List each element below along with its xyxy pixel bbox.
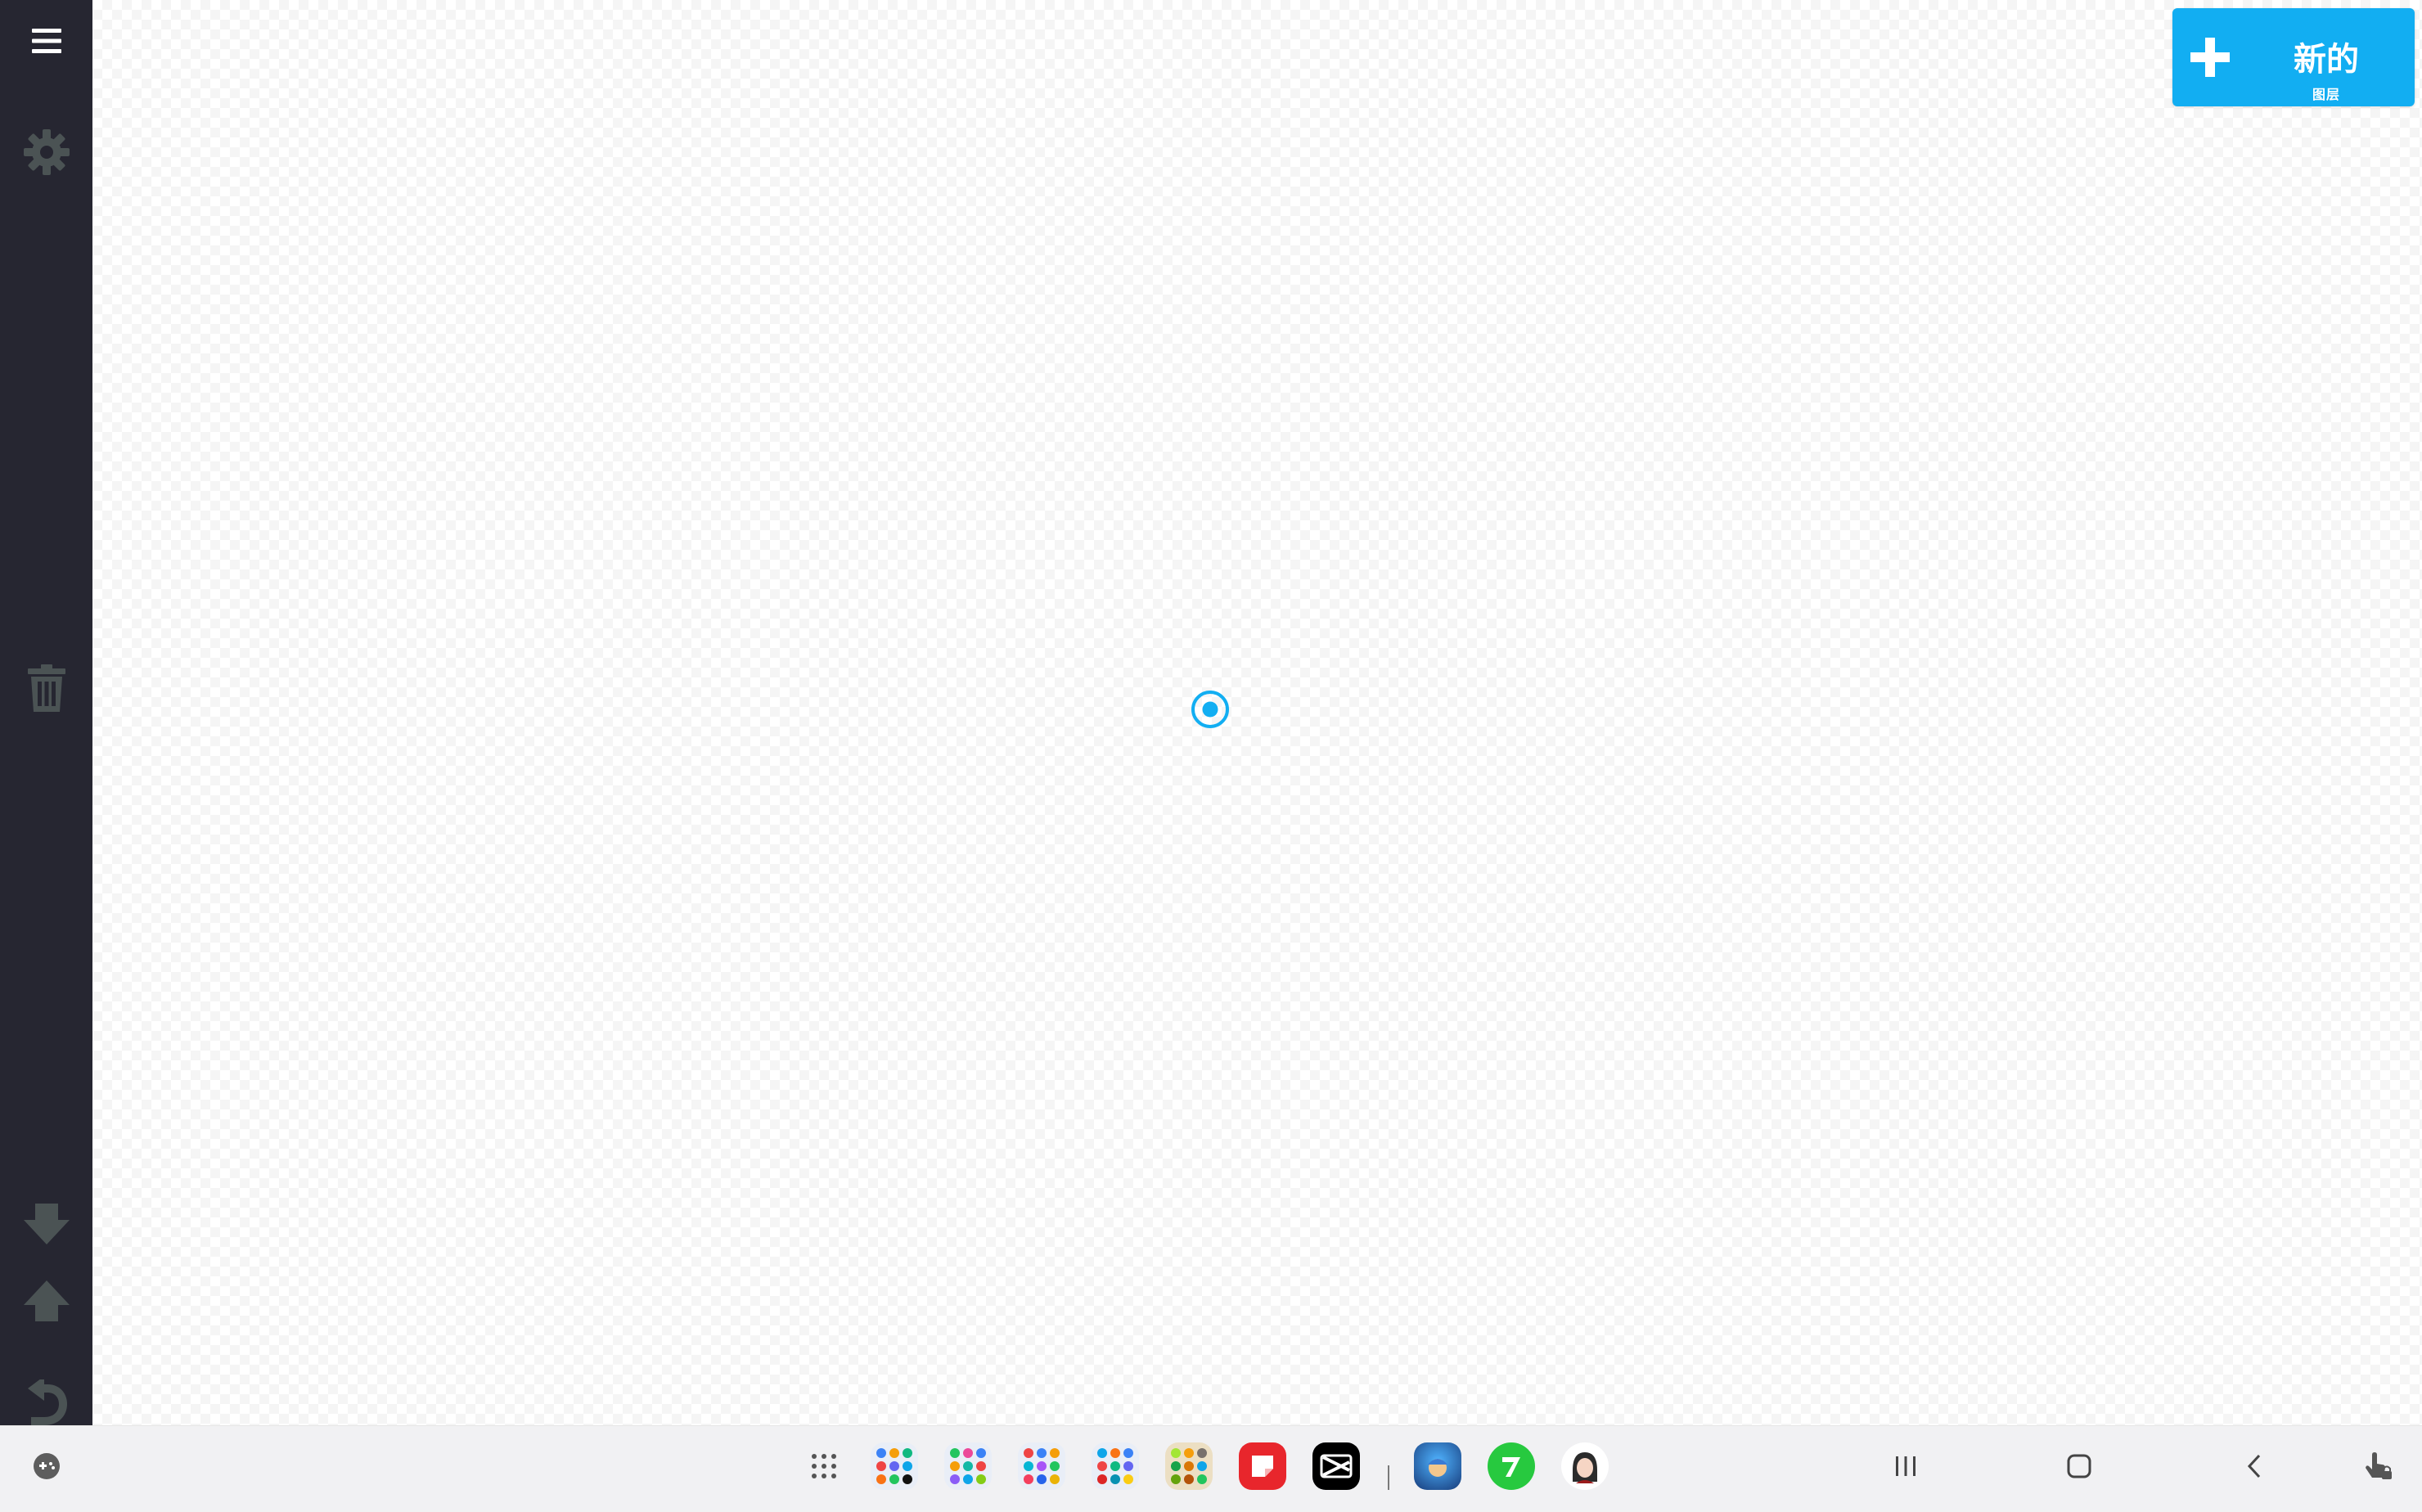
folder-5[interactable] — [1164, 1441, 1214, 1492]
back-icon — [2247, 1454, 2261, 1478]
recent-app-1[interactable] — [1412, 1441, 1463, 1492]
avatar-icon — [1561, 1442, 1609, 1490]
taskbar — [0, 1425, 2422, 1512]
plus-icon — [2190, 38, 2230, 77]
game-tools-button[interactable] — [21, 1441, 72, 1492]
recent-app-3[interactable] — [1560, 1441, 1610, 1492]
capcut-icon — [1312, 1442, 1360, 1490]
taskbar-separator — [1388, 1465, 1389, 1490]
new-button-sublabel: 图层 — [2312, 88, 2340, 102]
folder-icon — [1165, 1442, 1213, 1490]
capcut-app[interactable] — [1311, 1441, 1362, 1492]
folder-1[interactable] — [869, 1441, 920, 1492]
touch-lock-button[interactable] — [2353, 1441, 2404, 1492]
folder-4[interactable] — [1090, 1441, 1141, 1492]
folder-icon — [944, 1442, 992, 1490]
gear-icon — [23, 129, 70, 175]
arrow-up-icon — [23, 1280, 70, 1321]
settings-button[interactable] — [0, 123, 92, 182]
green-seven-icon — [1488, 1442, 1535, 1490]
folder-icon — [1018, 1442, 1065, 1490]
hamburger-menu-icon — [31, 29, 61, 53]
drawing-canvas[interactable] — [92, 0, 2422, 1425]
touch-lock-icon — [2366, 1452, 2392, 1479]
new-button-label: 新的 — [2294, 41, 2359, 79]
left-sidebar — [0, 0, 92, 1443]
home-nav-button[interactable] — [2054, 1441, 2105, 1492]
grid-dots-icon — [812, 1454, 836, 1478]
undo-icon — [27, 1379, 67, 1425]
canvas-target-marker[interactable] — [1190, 689, 1231, 730]
recents-icon — [1896, 1456, 1916, 1476]
recent-app-2[interactable] — [1486, 1441, 1537, 1492]
folder-3[interactable] — [1016, 1441, 1067, 1492]
new-layer-button[interactable]: 新的 图层 — [2172, 8, 2415, 106]
move-up-button[interactable] — [0, 1275, 92, 1325]
folder-icon — [871, 1442, 918, 1490]
home-icon — [2067, 1454, 2091, 1478]
move-down-button[interactable] — [0, 1199, 92, 1250]
menu-button[interactable] — [0, 16, 92, 65]
game-controller-icon — [34, 1453, 60, 1479]
folder-2[interactable] — [943, 1441, 993, 1492]
arrow-down-icon — [23, 1204, 70, 1244]
red-note-app[interactable] — [1237, 1441, 1288, 1492]
folder-icon — [1092, 1442, 1139, 1490]
delete-button[interactable] — [0, 659, 92, 717]
red-note-icon — [1239, 1442, 1286, 1490]
app-drawer-button[interactable] — [799, 1441, 849, 1492]
back-nav-button[interactable] — [2229, 1441, 2280, 1492]
trash-icon — [27, 664, 65, 712]
blue-game-icon — [1414, 1442, 1461, 1490]
recents-nav-button[interactable] — [1880, 1441, 1931, 1492]
